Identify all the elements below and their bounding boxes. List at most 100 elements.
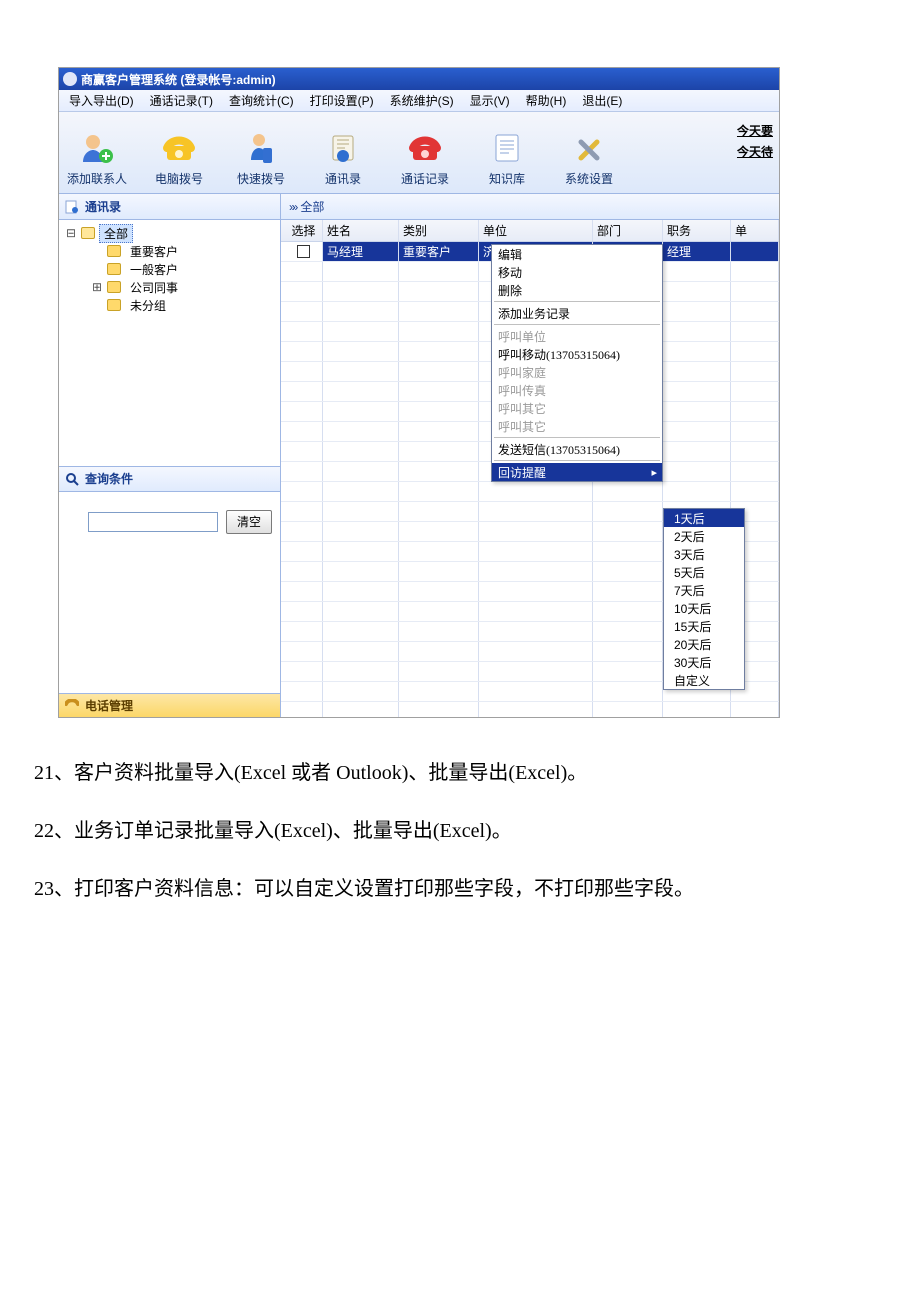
context-menu: 编辑 移动 删除 添加业务记录 呼叫单位 呼叫移动(13705315064) 呼… bbox=[491, 244, 663, 482]
folder-icon bbox=[107, 281, 121, 293]
row-checkbox[interactable] bbox=[281, 242, 323, 261]
col-select[interactable]: 选择 bbox=[281, 220, 323, 241]
toolbar-pc-dial[interactable]: 电脑拨号 bbox=[147, 130, 211, 187]
sidebar: 通讯录 ⊟ 全部 重要客户 一般客户 bbox=[59, 194, 281, 717]
col-category[interactable]: 类别 bbox=[399, 220, 479, 241]
app-icon bbox=[63, 72, 77, 86]
ctx-call-fax: 呼叫传真 bbox=[492, 381, 662, 399]
menu-view[interactable]: 显示(V) bbox=[466, 92, 514, 109]
folder-icon bbox=[107, 299, 121, 311]
toolbar-settings[interactable]: 系统设置 bbox=[557, 130, 621, 187]
toolbar-quick-dial[interactable]: 快速拨号 bbox=[229, 130, 293, 187]
menu-import-export[interactable]: 导入导出(D) bbox=[65, 92, 138, 109]
col-position[interactable]: 职务 bbox=[663, 220, 731, 241]
submenu-item[interactable]: 10天后 bbox=[664, 599, 744, 617]
submenu-item[interactable]: 15天后 bbox=[664, 617, 744, 635]
toolbar-label: 通讯录 bbox=[325, 170, 361, 187]
tree-root[interactable]: ⊟ 全部 bbox=[63, 224, 276, 242]
phone-icon bbox=[161, 130, 197, 166]
menu-print-settings[interactable]: 打印设置(P) bbox=[306, 92, 378, 109]
ctx-move[interactable]: 移动 bbox=[492, 263, 662, 281]
query-input[interactable] bbox=[88, 512, 218, 532]
tree-label: 重要客户 bbox=[125, 242, 183, 261]
folder-tree: ⊟ 全部 重要客户 一般客户 ⊞ 公司同事 bbox=[59, 220, 280, 466]
menu-query-stats[interactable]: 查询统计(C) bbox=[225, 92, 298, 109]
expand-icon[interactable]: ⊞ bbox=[91, 280, 103, 294]
add-contact-icon bbox=[79, 130, 115, 166]
main-toolbar: 添加联系人 电脑拨号 快速拨号 通讯录 bbox=[59, 112, 779, 194]
menu-exit[interactable]: 退出(E) bbox=[578, 92, 626, 109]
tree-label: 公司同事 bbox=[125, 278, 183, 297]
side-link-2[interactable]: 今天待 bbox=[737, 143, 773, 160]
ctx-followup-remind[interactable]: 回访提醒 bbox=[492, 463, 662, 481]
query-header[interactable]: 查询条件 bbox=[59, 466, 280, 492]
col-extra[interactable]: 单 bbox=[731, 220, 779, 241]
accordion-label: 电话管理 bbox=[85, 697, 133, 714]
toolbar-address-book[interactable]: 通讯录 bbox=[311, 130, 375, 187]
ctx-delete[interactable]: 删除 bbox=[492, 281, 662, 299]
toolbar-call-records[interactable]: 通话记录 bbox=[393, 130, 457, 187]
menubar: 导入导出(D) 通话记录(T) 查询统计(C) 打印设置(P) 系统维护(S) … bbox=[59, 90, 779, 112]
tree-label: 一般客户 bbox=[125, 260, 183, 279]
table-row[interactable] bbox=[281, 702, 779, 718]
window-titlebar: 商赢客户管理系统 (登录帐号:admin) bbox=[59, 68, 779, 90]
wiki-icon bbox=[489, 130, 525, 166]
menu-call-log[interactable]: 通话记录(T) bbox=[146, 92, 217, 109]
ctx-call-unit: 呼叫单位 bbox=[492, 327, 662, 345]
col-dept[interactable]: 部门 bbox=[593, 220, 663, 241]
toolbar-add-contact[interactable]: 添加联系人 bbox=[65, 130, 129, 187]
settings-icon bbox=[571, 130, 607, 166]
folder-icon bbox=[107, 245, 121, 257]
collapse-icon[interactable]: ⊟ bbox=[65, 226, 77, 240]
separator bbox=[494, 324, 660, 325]
toolbar-side-links: 今天要 今天待 bbox=[737, 122, 773, 160]
col-unit[interactable]: 单位 bbox=[479, 220, 593, 241]
cell-extra bbox=[731, 242, 779, 261]
submenu-item[interactable]: 自定义 bbox=[664, 671, 744, 689]
tree-item-colleague[interactable]: ⊞ 公司同事 bbox=[63, 278, 276, 296]
tree-label: 未分组 bbox=[125, 296, 171, 315]
cell-name: 马经理 bbox=[323, 242, 399, 261]
tree-item-ungrouped[interactable]: 未分组 bbox=[63, 296, 276, 314]
toolbar-label: 系统设置 bbox=[565, 170, 613, 187]
table-row[interactable] bbox=[281, 482, 779, 502]
ctx-send-sms[interactable]: 发送短信(13705315064) bbox=[492, 440, 662, 458]
tree-item-vip[interactable]: 重要客户 bbox=[63, 242, 276, 260]
accordion-address-book[interactable]: 通讯录 bbox=[59, 194, 280, 220]
search-icon bbox=[65, 472, 79, 486]
side-link-1[interactable]: 今天要 bbox=[737, 122, 773, 139]
submenu-item[interactable]: 7天后 bbox=[664, 581, 744, 599]
ctx-call-other2: 呼叫其它 bbox=[492, 417, 662, 435]
query-header-label: 查询条件 bbox=[85, 470, 133, 487]
tree-item-normal[interactable]: 一般客户 bbox=[63, 260, 276, 278]
doc-para-22: 22、业务订单记录批量导入(Excel)、批量导出(Excel)。 bbox=[34, 816, 920, 846]
accordion-phone-mgmt[interactable]: 电话管理 bbox=[59, 693, 280, 717]
cell-position: 经理 bbox=[663, 242, 731, 261]
submenu-item[interactable]: 3天后 bbox=[664, 545, 744, 563]
quickdial-icon bbox=[243, 130, 279, 166]
query-form: 清空 bbox=[59, 492, 280, 546]
clear-button[interactable]: 清空 bbox=[226, 510, 272, 534]
separator bbox=[494, 437, 660, 438]
menu-system-maint[interactable]: 系统维护(S) bbox=[386, 92, 458, 109]
window-title: 商赢客户管理系统 (登录帐号:admin) bbox=[81, 71, 276, 88]
ctx-call-mobile[interactable]: 呼叫移动(13705315064) bbox=[492, 345, 662, 363]
ctx-edit[interactable]: 编辑 bbox=[492, 245, 662, 263]
ctx-add-business-record[interactable]: 添加业务记录 bbox=[492, 304, 662, 322]
breadcrumb: »» 全部 bbox=[281, 194, 779, 220]
accordion-label: 通讯录 bbox=[85, 198, 121, 215]
submenu-item[interactable]: 30天后 bbox=[664, 653, 744, 671]
addressbook-icon bbox=[65, 200, 79, 214]
menu-help[interactable]: 帮助(H) bbox=[522, 92, 571, 109]
submenu-item[interactable]: 1天后 bbox=[664, 509, 744, 527]
submenu-item[interactable]: 2天后 bbox=[664, 527, 744, 545]
document-text: 21、客户资料批量导入(Excel 或者 Outlook)、批量导出(Excel… bbox=[34, 758, 920, 904]
toolbar-label: 通话记录 bbox=[401, 170, 449, 187]
folder-icon bbox=[107, 263, 121, 275]
submenu-item[interactable]: 20天后 bbox=[664, 635, 744, 653]
col-name[interactable]: 姓名 bbox=[323, 220, 399, 241]
toolbar-label: 添加联系人 bbox=[67, 170, 127, 187]
doc-para-23: 23、打印客户资料信息：可以自定义设置打印那些字段，不打印那些字段。 bbox=[34, 874, 920, 904]
submenu-item[interactable]: 5天后 bbox=[664, 563, 744, 581]
toolbar-knowledge-base[interactable]: 知识库 bbox=[475, 130, 539, 187]
